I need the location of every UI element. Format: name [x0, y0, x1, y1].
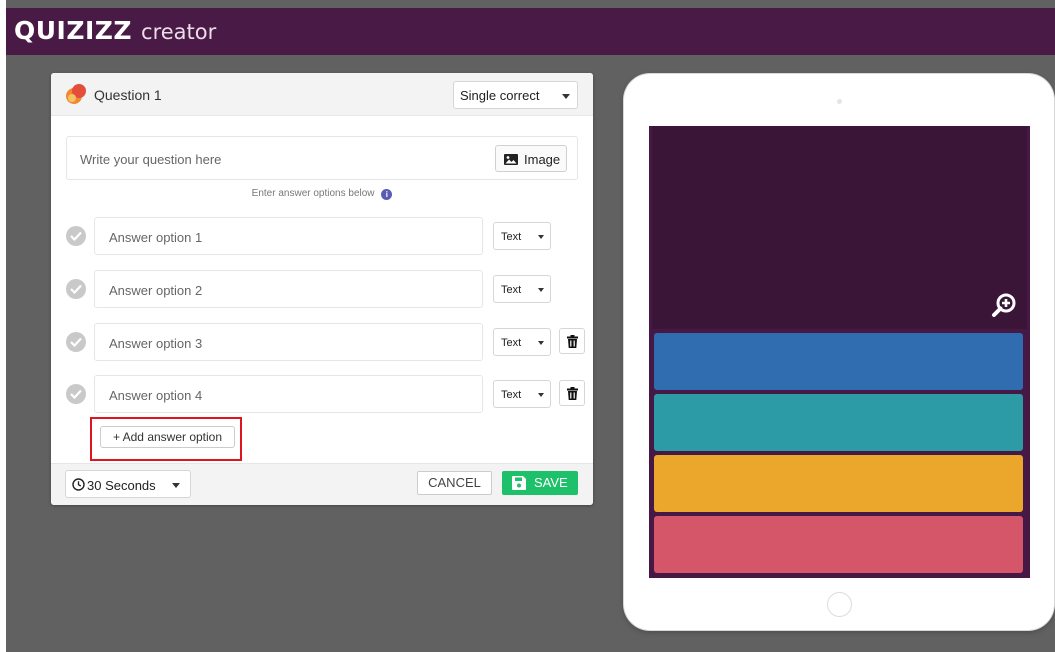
floppy-disk-icon — [512, 476, 526, 490]
question-type-value: Single correct — [460, 88, 540, 103]
answer-type-select[interactable]: Text — [493, 328, 551, 356]
preview-option-1 — [654, 333, 1023, 390]
timer-value: 30 Seconds — [87, 478, 156, 493]
brand-subtitle: creator — [141, 20, 217, 44]
preview-screen — [649, 126, 1030, 578]
answer-input[interactable]: Answer option 1 — [94, 217, 483, 255]
save-label: SAVE — [534, 475, 568, 490]
answer-type-value: Text — [501, 389, 522, 401]
answer-row: Answer option 4 Text — [51, 375, 593, 413]
chevron-down-icon — [538, 288, 544, 292]
highlight-box — [90, 417, 242, 461]
question-type-select[interactable]: Single correct — [453, 81, 578, 109]
answer-input[interactable]: Answer option 4 — [94, 375, 483, 413]
answer-placeholder: Answer option 2 — [109, 283, 203, 298]
preview-option-2 — [654, 394, 1023, 451]
answer-row: Answer option 1 Text — [51, 217, 593, 255]
preview-question-area — [652, 126, 1027, 329]
chevron-down-icon — [538, 393, 544, 397]
home-button — [827, 592, 852, 617]
chevron-down-icon — [538, 341, 544, 345]
trash-icon — [567, 335, 578, 348]
answer-row: Answer option 3 Text — [51, 323, 593, 361]
camera-dot — [837, 99, 842, 104]
question-badge-icon — [66, 84, 86, 104]
info-icon[interactable]: i — [381, 189, 393, 200]
mark-correct-check-icon[interactable] — [66, 384, 86, 404]
answer-type-select[interactable]: Text — [493, 275, 551, 303]
question-text-field[interactable]: Write your question here Image — [66, 136, 578, 180]
app-logo[interactable]: QUIZIZZ creator — [14, 16, 216, 45]
answer-type-value: Text — [501, 337, 522, 349]
clock-icon — [72, 478, 85, 491]
question-title: Question 1 — [94, 87, 162, 103]
question-editor: Question 1 Single correct Write your que… — [51, 73, 593, 505]
chevron-down-icon — [172, 483, 180, 488]
answer-type-value: Text — [501, 284, 522, 296]
answer-type-select[interactable]: Text — [493, 380, 551, 408]
add-image-button[interactable]: Image — [495, 145, 567, 172]
answer-row: Answer option 2 Text — [51, 270, 593, 308]
question-placeholder: Write your question here — [80, 152, 222, 167]
answer-input[interactable]: Answer option 3 — [94, 323, 483, 361]
answer-hint-text: Enter answer options below — [251, 188, 375, 199]
answer-placeholder: Answer option 4 — [109, 388, 203, 403]
delete-option-button[interactable] — [559, 380, 585, 406]
save-button[interactable]: SAVE — [502, 471, 578, 495]
tablet-preview — [624, 74, 1054, 630]
preview-option-4 — [654, 516, 1023, 573]
image-icon — [504, 154, 518, 165]
delete-option-button[interactable] — [559, 328, 585, 354]
mark-correct-check-icon[interactable] — [66, 226, 86, 246]
answer-input[interactable]: Answer option 2 — [94, 270, 483, 308]
cancel-button[interactable]: CANCEL — [417, 471, 492, 495]
trash-icon — [567, 387, 578, 400]
answer-type-select[interactable]: Text — [493, 222, 551, 250]
zoom-in-icon[interactable] — [991, 292, 1017, 318]
editor-header: Question 1 Single correct — [51, 73, 593, 116]
add-image-label: Image — [524, 152, 561, 167]
preview-option-3 — [654, 455, 1023, 512]
editor-footer: 30 Seconds CANCEL SAVE — [51, 463, 593, 505]
brand-name: QUIZIZZ — [14, 16, 133, 45]
mark-correct-check-icon[interactable] — [66, 279, 86, 299]
answer-hint: Enter answer options below i — [51, 188, 593, 200]
app-frame: QUIZIZZ creator Question 1 Single correc… — [6, 0, 1055, 652]
chevron-down-icon — [538, 235, 544, 239]
chevron-down-icon — [562, 94, 570, 99]
app-header: QUIZIZZ creator — [6, 8, 1055, 55]
answer-placeholder: Answer option 1 — [109, 230, 203, 245]
answer-type-value: Text — [501, 231, 522, 243]
timer-select[interactable]: 30 Seconds — [65, 470, 191, 498]
answer-placeholder: Answer option 3 — [109, 336, 203, 351]
mark-correct-check-icon[interactable] — [66, 332, 86, 352]
